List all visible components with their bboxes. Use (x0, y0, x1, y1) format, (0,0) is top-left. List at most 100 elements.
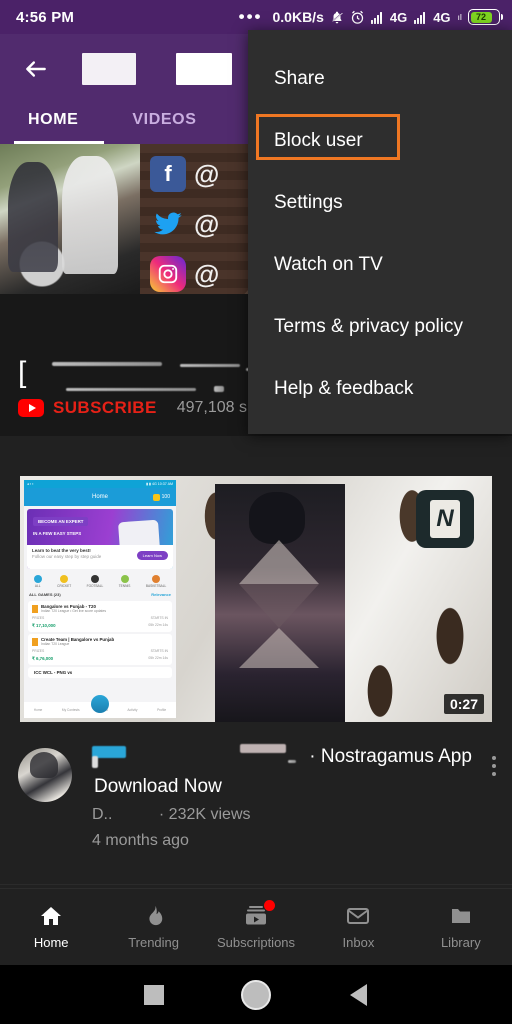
menu-item-block-user-label: Block user (274, 130, 363, 151)
home-icon (39, 904, 63, 928)
video-overflow-menu-icon[interactable] (492, 756, 496, 776)
video-thumbnail[interactable]: ◂ ▪ ▪ ▮ ▮ 4G 10:37 AM Home 100 BECOME AN… (20, 476, 492, 722)
menu-item-help-feedback[interactable]: Help & feedback (248, 358, 512, 420)
game-flag-icon (32, 605, 38, 613)
video-title-line2: Download Now (94, 776, 222, 797)
signal-bars-sim1-icon (370, 11, 382, 24)
battery-level-label: 72 (470, 11, 492, 23)
twitter-handle: @ (194, 208, 220, 239)
social-twitter[interactable]: @ (150, 206, 219, 242)
status-bar-clock: 4:56 PM (16, 8, 75, 26)
app-all-games-header: ALL GAMES (23) Relevance (24, 590, 176, 599)
bottom-nav-home-label: Home (33, 935, 69, 950)
game-subtitle: Indian T20 League (41, 642, 70, 646)
relevance-label: Relevance (151, 592, 171, 597)
status-bar-more-icon: ••• (238, 7, 263, 26)
game-title: ICC WCL - PNG vs (34, 670, 73, 675)
menu-item-settings[interactable]: Settings (248, 172, 512, 234)
category-all-icon (33, 575, 42, 583)
app-status-bar: ◂ ▪ ▪ ▮ ▮ 4G 10:37 AM (24, 480, 176, 488)
social-instagram[interactable]: @ (150, 256, 219, 292)
flame-icon (143, 904, 165, 928)
app-category-all: ALL (33, 575, 42, 588)
circle-icon (241, 979, 272, 1010)
learn-now-button: Learn Now (136, 551, 168, 560)
bottom-nav-trending-label: Trending (128, 935, 180, 950)
folder-icon (449, 904, 473, 928)
bottom-nav-home[interactable]: Home (0, 889, 102, 965)
tab-videos[interactable]: VIDEOS (126, 111, 202, 129)
network-speed-label: 0.0KB/s (272, 9, 324, 25)
game-starts: 05h 22m 14s (148, 656, 168, 660)
youtube-play-icon (18, 399, 44, 417)
app-category-cricket: CRICKET (57, 575, 71, 588)
back-button[interactable] (307, 983, 409, 1006)
video-view-count: · 232K views (158, 806, 251, 823)
video-title-suffix: · Nostragamus App (309, 746, 472, 767)
vibrate-icon: ıl (457, 12, 462, 22)
thumbnail-app-screenshot: ◂ ▪ ▪ ▮ ▮ 4G 10:37 AM Home 100 BECOME AN… (24, 480, 176, 718)
search-redacted[interactable] (176, 53, 232, 85)
game-starts-label: STARTS IN (150, 649, 168, 653)
app-status-right: ▮ ▮ 4G 10:37 AM (146, 482, 173, 486)
video-card[interactable]: ◂ ▪ ▪ ▮ ▮ 4G 10:37 AM Home 100 BECOME AN… (0, 436, 512, 888)
bottom-nav-trending[interactable]: Trending (102, 889, 204, 965)
social-facebook[interactable]: f @ (150, 156, 219, 192)
bottom-nav-subscriptions[interactable]: Subscriptions (205, 889, 307, 965)
video-title-redacted (92, 744, 304, 768)
facebook-icon: f (150, 156, 186, 192)
triangle-icon (349, 983, 367, 1006)
app-nav-home: Home (33, 708, 43, 712)
game-flag-icon (32, 638, 38, 646)
bottom-nav-library[interactable]: Library (410, 889, 512, 965)
back-arrow-icon[interactable] (14, 47, 58, 91)
app-category-football: FOOTBALL (86, 575, 104, 588)
nostragamus-watermark-icon: N (416, 490, 474, 548)
signal-bars-sim2-icon (414, 11, 426, 24)
app-nav-profile: Profile (157, 708, 167, 712)
promo-line-1: BECOME AN EXPERT (33, 517, 89, 526)
video-age: 4 months ago (92, 832, 189, 849)
thumbnail-person (215, 484, 345, 722)
app-game-card: Create Team | Bangalore vs Punjab Indian… (28, 634, 172, 665)
menu-item-watch-on-tv[interactable]: Watch on TV (248, 234, 512, 296)
sim2-network-label: 4G (433, 9, 451, 25)
category-basketball-label: BASKETBALL (145, 584, 167, 588)
game-prize-label: PRIZES (32, 616, 45, 620)
category-cricket-icon (60, 575, 69, 583)
app-category-row: ALL CRICKET FOOTBALL TENNIS BASKETBALL (24, 572, 176, 590)
home-button[interactable] (205, 979, 307, 1010)
video-channel-avatar[interactable] (18, 748, 72, 802)
game-starts-label: STARTS IN (150, 616, 168, 620)
bottom-nav-subscriptions-label: Subscriptions (216, 935, 296, 950)
channel-title-redacted (18, 360, 274, 392)
subscribe-button[interactable]: SUBSCRIBE (53, 398, 157, 418)
menu-item-block-user[interactable]: Block user (248, 110, 512, 172)
game-prize: ₹ 17,10,000 (32, 623, 56, 628)
instagram-handle: @ (194, 258, 220, 289)
category-tennis-icon (120, 575, 129, 583)
video-title-line1: · Nostragamus App (92, 742, 472, 772)
promo-line-2: IN A FEW EASY STEPS (33, 531, 82, 536)
bottom-nav-inbox[interactable]: Inbox (307, 889, 409, 965)
app-header: Home 100 (24, 488, 176, 506)
category-football-label: FOOTBALL (86, 584, 104, 588)
status-bar: 4:56 PM ••• 0.0KB/s 4G 4G ıl 72 (0, 0, 512, 34)
all-games-label: ALL GAMES (23) (29, 592, 61, 597)
overflow-menu: Share Block user Settings Watch on TV Te… (248, 30, 512, 434)
app-learn-strip: Learn to beat the very best! Follow our … (27, 545, 173, 569)
category-basketball-icon (152, 575, 161, 583)
app-game-card: Bangalore vs Punjab - T20 Indian T20 Lea… (28, 601, 172, 632)
category-all-label: ALL (34, 584, 41, 588)
recents-button[interactable] (102, 984, 204, 1005)
app-header-title: Home (91, 494, 108, 500)
app-quest-fab-icon (91, 695, 109, 713)
subscriptions-badge (264, 900, 276, 911)
category-football-icon (90, 575, 99, 583)
tab-home[interactable]: HOME (22, 111, 84, 129)
menu-item-share[interactable]: Share (248, 48, 512, 110)
bottom-nav-inbox-label: Inbox (342, 935, 375, 950)
video-channel-name: D.. (92, 806, 113, 823)
menu-item-terms-privacy[interactable]: Terms & privacy policy (248, 296, 512, 358)
banner-social-links: f @ @ @ (150, 156, 219, 292)
